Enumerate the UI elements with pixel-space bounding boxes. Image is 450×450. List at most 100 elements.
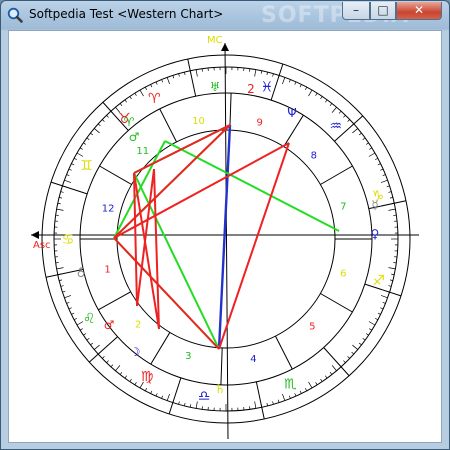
degree-tick [272,73,274,77]
degree-tick [161,79,164,83]
degree-tick [338,110,342,114]
house-number: 4 [250,354,256,365]
degree-tick [150,84,153,88]
degree-tick [56,267,64,270]
degree-tick [115,365,121,371]
asc-arrow-icon [31,231,39,239]
degree-tick [166,393,170,401]
house-cusp-line [99,165,132,185]
title-bar[interactable]: Softpedia Test <Western Chart> SOFTPEDIA… [1,1,449,29]
degree-tick [129,96,132,100]
degree-tick [79,147,83,150]
degree-tick [331,365,337,371]
sign-divider [187,58,197,97]
maximize-icon: □ [377,3,389,17]
degree-tick [315,92,318,96]
degree-tick [320,96,323,100]
sign-gemini-icon: ♊ [80,158,93,174]
degree-tick [377,312,381,315]
degree-tick [60,191,64,193]
degree-tick [119,371,123,375]
degree-tick [129,378,132,382]
house-number: 5 [309,321,315,332]
sign-cancer-icon: ♋ [62,232,75,248]
degree-tick [299,84,302,88]
planet-mars-2-icon: ♂ [104,318,115,332]
degree-tick [97,123,101,127]
degree-tick [277,399,280,403]
minimize-button[interactable]: – [342,2,370,20]
degree-tick [320,378,323,382]
degree-tick [343,360,346,363]
degree-tick [369,147,373,150]
degree-tick [119,103,123,107]
house-number: 11 [136,146,149,157]
degree-tick [308,89,313,97]
house-number: 9 [256,118,262,129]
degree-tick [272,401,274,405]
degree-tick [391,273,395,276]
house-cusp-line [150,332,171,365]
degree-tick [308,381,313,389]
degree-tick [178,401,180,405]
degree-tick [282,77,286,85]
degree-tick [389,197,393,199]
western-chart-wheel: Asc MC ♈♓♒♑♐♏♎♍♌♋♊♉ 123 456789101112 ♅ 2Ψ♈… [31,35,419,440]
sign-divider [255,381,265,420]
house-number: 12 [102,203,115,214]
sign-aries-icon: ♈ [148,91,161,107]
degree-tick [389,279,393,281]
degree-tick [347,356,350,359]
degree-tick [86,137,90,140]
degree-tick [305,388,308,392]
degree-tick [377,163,381,166]
degree-tick [329,371,333,375]
degree-tick [288,395,291,399]
degree-tick [106,360,109,363]
degree-tick [184,402,186,406]
window-title: Softpedia Test <Western Chart> [29,7,224,21]
house-number: 3 [185,351,191,362]
aspect-square-line [113,237,220,350]
sign-aquarius-icon: ♒ [329,118,342,134]
magnifier-app-icon[interactable] [7,7,23,23]
house-number: 1 [104,265,110,276]
planet-aries-planet-icon: ♈ [124,115,135,129]
degree-tick [155,81,158,85]
sign-sagittarius-icon: ♐ [372,273,385,289]
degree-tick [254,401,257,409]
house-cusp-line [320,293,353,313]
degree-tick [178,73,180,77]
degree-tick [305,86,308,90]
close-button[interactable]: ✕ [396,2,442,20]
degree-tick [64,179,72,183]
degree-tick [73,318,77,321]
degree-tick [375,318,379,321]
degree-tick [102,356,105,359]
degree-tick [68,168,72,171]
degree-tick [325,99,328,103]
degree-tick [375,157,379,160]
degree-tick [382,301,386,304]
house-number: 6 [340,269,346,280]
degree-tick [60,285,64,287]
aspect-trine-line [133,172,220,350]
house-cusp-line [159,108,177,143]
degree-tick [351,351,355,355]
degree-tick [362,137,366,140]
house-cusp-line [220,347,223,385]
degree-tick [66,301,70,304]
degree-tick [73,157,77,160]
degree-tick [386,185,390,188]
planet-mars-icon: ♂ [129,130,140,144]
maximize-button[interactable]: □ [370,2,396,20]
degree-tick [66,174,70,177]
degree-tick [106,115,109,118]
degree-tick [294,393,297,397]
degree-tick [184,72,186,76]
sign-libra-icon: ♎ [198,388,211,404]
planet-uranus-icon: ♅ [210,80,221,94]
degree-tick [352,344,358,350]
planet-saturn-icon: ♄ [215,382,226,396]
planet-neptune-icon: Ψ [287,106,296,120]
